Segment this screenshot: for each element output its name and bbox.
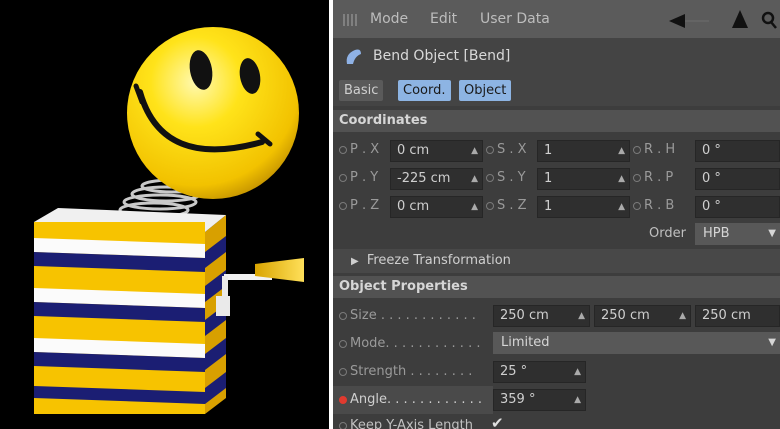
coord-row-2: P . Y -225 cm ▲ S . Y 1 ▲ R . P 0 °: [333, 165, 780, 193]
stepper-icon[interactable]: ▲: [618, 141, 625, 161]
angle-row: Angle. . . . . . . . . . . .: [333, 386, 493, 414]
px-label: P . X: [339, 142, 379, 157]
rp-field[interactable]: 0 °: [695, 168, 780, 190]
keyframe-dot-icon[interactable]: [633, 145, 641, 154]
tab-basic[interactable]: Basic: [339, 80, 384, 101]
strength-label: Strength . . . . . . . .: [339, 364, 472, 379]
crank-handle: [216, 258, 304, 316]
keyframe-dot-icon[interactable]: [339, 145, 347, 154]
py-field[interactable]: -225 cm ▲: [390, 168, 483, 190]
size-z-field[interactable]: 250 cm: [695, 305, 780, 327]
keyframe-dot-icon[interactable]: [486, 145, 494, 154]
chevron-down-icon: ▼: [768, 337, 776, 348]
tab-coord[interactable]: Coord.: [398, 80, 451, 101]
menu-edit[interactable]: Edit: [430, 11, 457, 27]
keyframe-dot-icon[interactable]: [339, 339, 347, 348]
freeze-label: Freeze Transformation: [366, 253, 511, 268]
rh-label: R . H: [633, 142, 675, 157]
strength-field[interactable]: 25 ° ▲: [493, 361, 586, 383]
size-row: Size . . . . . . . . . . . . 250 cm ▲ 250…: [333, 302, 780, 330]
freeze-transformation-toggle[interactable]: ▶ Freeze Transformation: [333, 249, 780, 273]
keep-y-label: Keep Y-Axis Length: [339, 418, 473, 429]
size-label: Size . . . . . . . . . . . .: [339, 308, 476, 323]
mode-dropdown[interactable]: Limited ▼: [493, 332, 780, 354]
stepper-icon[interactable]: ▲: [574, 362, 581, 382]
smiley-face-ball: [127, 27, 299, 199]
bend-object-icon: [346, 49, 361, 64]
size-y-field[interactable]: 250 cm ▲: [594, 305, 691, 327]
object-title: Bend Object [Bend]: [373, 48, 511, 64]
pz-label: P . Z: [339, 198, 379, 213]
order-label: Order: [649, 226, 686, 241]
order-row: Order HPB ▼: [333, 221, 780, 249]
keyframe-dot-icon[interactable]: [339, 421, 347, 429]
keyframe-dot-icon[interactable]: [633, 173, 641, 182]
pz-field[interactable]: 0 cm ▲: [390, 196, 483, 218]
tab-bar: Basic Coord. Object: [333, 74, 780, 106]
rh-field[interactable]: 0 °: [695, 140, 780, 162]
menu-user-data[interactable]: User Data: [480, 11, 550, 27]
menu-bar: Mode Edit User Data: [333, 0, 780, 38]
checkmark-icon[interactable]: ✔: [491, 414, 504, 429]
panel-grip-icon[interactable]: [343, 14, 357, 26]
sx-field[interactable]: 1 ▲: [537, 140, 630, 162]
menu-mode[interactable]: Mode: [370, 11, 408, 27]
jack-in-the-box-render: [34, 27, 304, 414]
py-label: P . Y: [339, 170, 378, 185]
section-coordinates: Coordinates: [333, 110, 780, 132]
size-x-field[interactable]: 250 cm ▲: [493, 305, 590, 327]
stepper-icon[interactable]: ▲: [578, 306, 585, 326]
stepper-icon[interactable]: ▲: [618, 169, 625, 189]
object-title-bar: Bend Object [Bend]: [333, 38, 780, 74]
sz-label: S . Z: [486, 198, 527, 213]
sy-label: S . Y: [486, 170, 526, 185]
search-icon[interactable]: [761, 11, 777, 29]
attribute-manager-panel: Mode Edit User Data Bend Object [Bend] B…: [333, 0, 780, 429]
up-arrow-icon[interactable]: [731, 10, 749, 30]
rb-label: R . B: [633, 198, 674, 213]
keyframe-dot-icon[interactable]: [486, 201, 494, 210]
tab-object[interactable]: Object: [459, 80, 512, 101]
mode-label: Mode. . . . . . . . . . . .: [339, 336, 480, 351]
px-field[interactable]: 0 cm ▲: [390, 140, 483, 162]
keyframe-dot-icon[interactable]: [339, 367, 347, 376]
mode-row: Mode. . . . . . . . . . . . Limited ▼: [333, 330, 780, 358]
keyframe-dot-icon[interactable]: [339, 311, 347, 320]
stepper-icon[interactable]: ▲: [574, 390, 581, 410]
keep-y-row: Keep Y-Axis Length ✔: [333, 414, 780, 429]
angle-label: Angle. . . . . . . . . . . .: [339, 392, 482, 407]
stepper-icon[interactable]: ▲: [471, 141, 478, 161]
sz-field[interactable]: 1 ▲: [537, 196, 630, 218]
keyframe-dot-icon[interactable]: [339, 201, 347, 210]
triangle-right-icon: ▶: [351, 256, 359, 267]
section-object-properties: Object Properties: [333, 276, 780, 298]
chevron-down-icon: ▼: [768, 228, 776, 239]
stepper-icon[interactable]: ▲: [471, 169, 478, 189]
stepper-icon[interactable]: ▲: [618, 197, 625, 217]
coord-row-1: P . X 0 cm ▲ S . X 1 ▲ R . H 0 °: [333, 137, 780, 165]
keyframe-dot-icon[interactable]: [633, 201, 641, 210]
order-dropdown[interactable]: HPB ▼: [695, 223, 780, 245]
coord-row-3: P . Z 0 cm ▲ S . Z 1 ▲ R . B 0 °: [333, 193, 780, 221]
rp-label: R . P: [633, 170, 673, 185]
strength-row: Strength . . . . . . . . 25 ° ▲: [333, 358, 780, 386]
keyframe-dot-icon[interactable]: [339, 173, 347, 182]
back-arrow-icon[interactable]: [669, 12, 721, 30]
stepper-icon[interactable]: ▲: [471, 197, 478, 217]
box-front: [34, 222, 205, 414]
stepper-icon[interactable]: ▲: [679, 306, 686, 326]
keyframe-dot-icon[interactable]: [486, 173, 494, 182]
3d-viewport[interactable]: [0, 0, 329, 429]
sx-label: S . X: [486, 142, 527, 157]
keyframe-dot-active-icon[interactable]: [339, 395, 347, 404]
sy-field[interactable]: 1 ▲: [537, 168, 630, 190]
rb-field[interactable]: 0 °: [695, 196, 780, 218]
angle-field[interactable]: 359 ° ▲: [493, 389, 586, 411]
